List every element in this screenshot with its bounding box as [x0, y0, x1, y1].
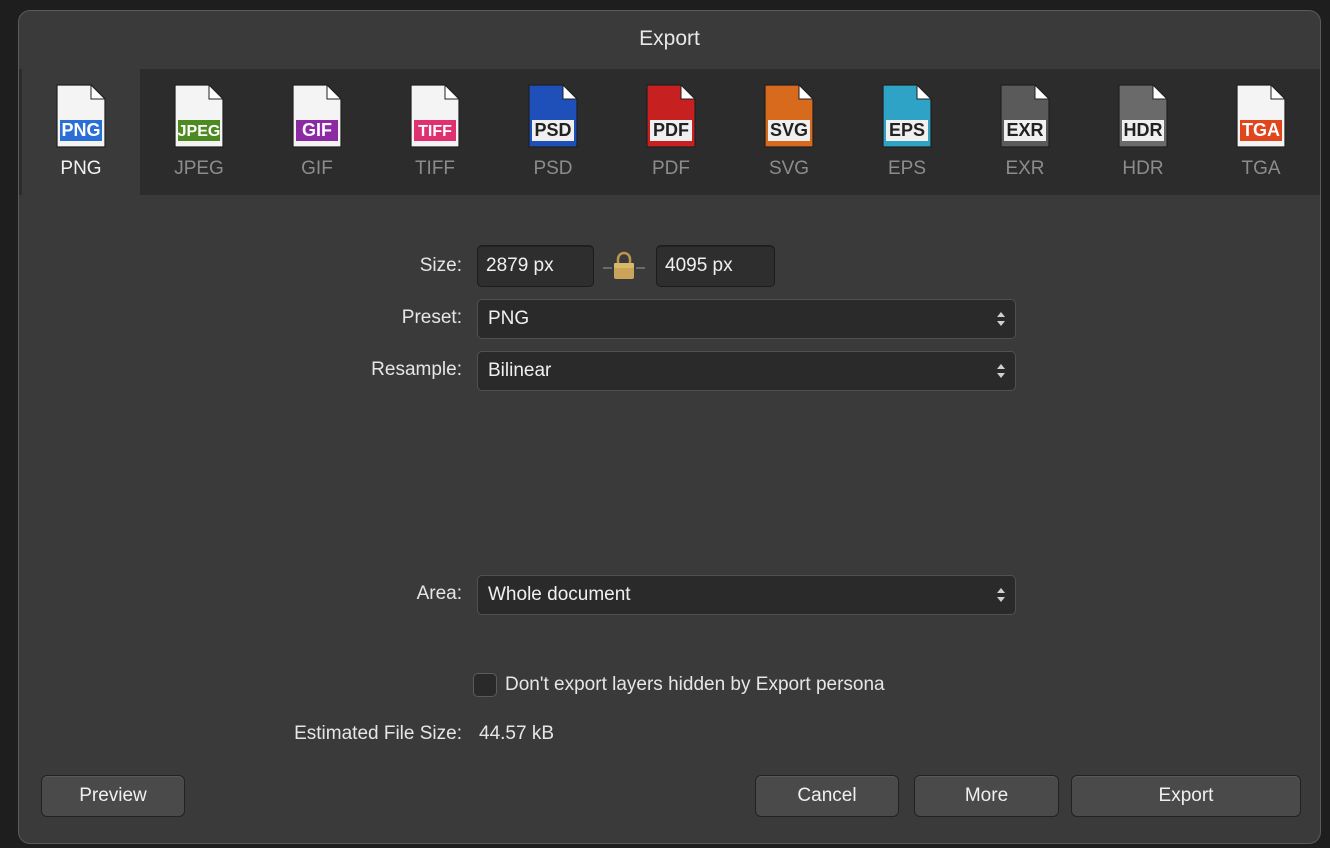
- preset-value: PNG: [488, 308, 530, 329]
- format-badge: EXR: [1006, 120, 1043, 140]
- psd-file-icon: PSD: [527, 83, 579, 149]
- area-label: Area:: [416, 583, 462, 604]
- resample-select[interactable]: Bilinear: [477, 351, 1016, 391]
- svg-file-icon: SVG: [763, 83, 815, 149]
- hdr-file-icon: HDR: [1117, 83, 1169, 149]
- format-tab-hdr[interactable]: HDR HDR: [1084, 69, 1202, 195]
- area-select[interactable]: Whole document: [477, 575, 1016, 615]
- format-tab-exr[interactable]: EXR EXR: [966, 69, 1084, 195]
- hidden-layers-checkbox[interactable]: [473, 673, 497, 697]
- area-value: Whole document: [488, 584, 631, 605]
- width-field[interactable]: 2879 px: [477, 245, 594, 287]
- png-file-icon: PNG: [55, 83, 107, 149]
- format-tab-pdf[interactable]: PDF PDF: [612, 69, 730, 195]
- dialog-title: Export: [639, 27, 700, 50]
- format-badge: JPEG: [178, 123, 221, 140]
- format-tab-psd[interactable]: PSD PSD: [494, 69, 612, 195]
- format-badge: TGA: [1242, 120, 1280, 140]
- resample-label: Resample:: [371, 359, 462, 380]
- format-tab-tiff[interactable]: TIFF TIFF: [376, 69, 494, 195]
- estimated-size-label: Estimated File Size:: [294, 723, 462, 744]
- format-badge: PSD: [534, 120, 571, 140]
- export-dialog: Export PNG PNG JPEG JPEG GIF GIF TIFF TIFF PSD PS…: [18, 10, 1321, 844]
- format-tab-label: HDR: [1122, 158, 1164, 179]
- format-tabs: PNG PNG JPEG JPEG GIF GIF TIFF TIFF PSD PSD PDF PDF…: [19, 69, 1320, 195]
- cancel-button[interactable]: Cancel: [755, 775, 899, 817]
- format-badge: GIF: [302, 120, 332, 140]
- resample-value: Bilinear: [488, 360, 552, 381]
- export-button[interactable]: Export: [1071, 775, 1301, 817]
- preset-select[interactable]: PNG: [477, 299, 1016, 339]
- format-tab-eps[interactable]: EPS EPS: [848, 69, 966, 195]
- format-tab-label: SVG: [768, 158, 810, 179]
- format-tab-label: JPEG: [174, 158, 224, 179]
- format-badge: SVG: [770, 120, 808, 140]
- format-badge: PNG: [61, 120, 100, 140]
- height-field[interactable]: 4095 px: [656, 245, 775, 287]
- format-tab-svg[interactable]: SVG SVG: [730, 69, 848, 195]
- format-tab-label: TGA: [1241, 158, 1281, 179]
- tga-file-icon: TGA: [1235, 83, 1287, 149]
- format-badge: HDR: [1124, 120, 1163, 140]
- format-tab-png[interactable]: PNG PNG: [22, 69, 140, 195]
- gif-file-icon: GIF: [291, 83, 343, 149]
- format-tab-gif[interactable]: GIF GIF: [258, 69, 376, 195]
- jpeg-file-icon: JPEG: [173, 83, 225, 149]
- lock-icon[interactable]: [603, 251, 645, 281]
- format-tab-tga[interactable]: TGA TGA: [1202, 69, 1320, 195]
- estimated-size-value: 44.57 kB: [479, 723, 554, 744]
- format-badge: TIFF: [418, 123, 452, 140]
- exr-file-icon: EXR: [999, 83, 1051, 149]
- tiff-file-icon: TIFF: [409, 83, 461, 149]
- format-tab-label: EXR: [1005, 158, 1045, 179]
- updown-arrows-icon: [997, 364, 1005, 378]
- format-tab-label: GIF: [301, 158, 333, 179]
- format-tab-label: EPS: [887, 158, 927, 179]
- pdf-file-icon: PDF: [645, 83, 697, 149]
- eps-file-icon: EPS: [881, 83, 933, 149]
- format-badge: PDF: [653, 120, 689, 140]
- hidden-layers-label[interactable]: Don't export layers hidden by Export per…: [505, 674, 885, 696]
- preview-button[interactable]: Preview: [41, 775, 185, 817]
- updown-arrows-icon: [997, 588, 1005, 602]
- updown-arrows-icon: [997, 312, 1005, 326]
- preset-label: Preset:: [401, 307, 462, 328]
- format-tab-label: TIFF: [414, 158, 456, 179]
- format-tab-label: PNG: [60, 158, 102, 179]
- more-button[interactable]: More: [914, 775, 1059, 817]
- size-label: Size:: [419, 255, 462, 276]
- format-tab-label: PDF: [652, 158, 690, 179]
- format-badge: EPS: [889, 120, 925, 140]
- format-tab-label: PSD: [533, 158, 573, 179]
- format-tab-jpeg[interactable]: JPEG JPEG: [140, 69, 258, 195]
